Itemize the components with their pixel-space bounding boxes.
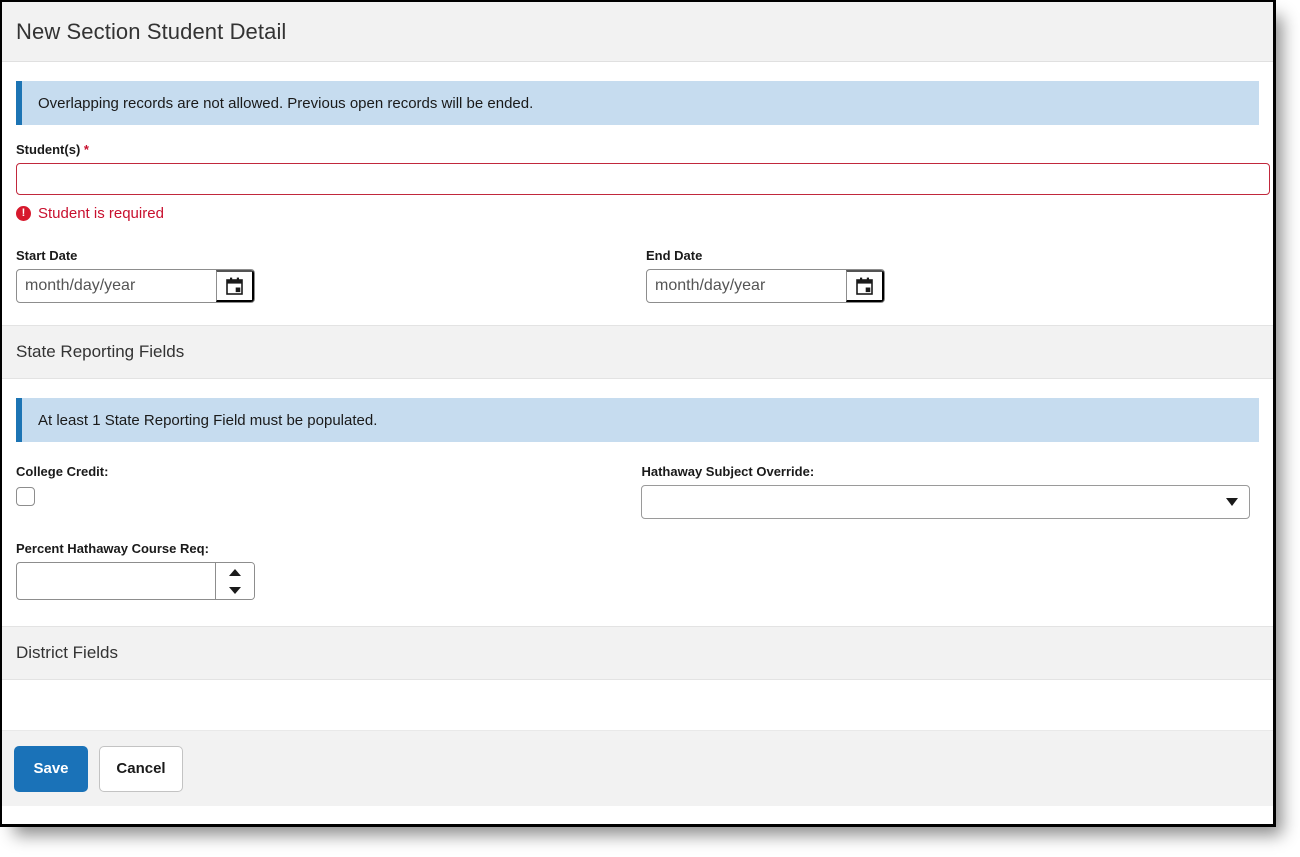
footer-action-bar: Save Cancel: [2, 730, 1273, 806]
percent-hathaway-group: Percent Hathaway Course Req:: [16, 541, 1259, 626]
state-reporting-fields: College Credit: Hathaway Subject Overrid…: [2, 464, 1273, 626]
overlap-banner-text: Overlapping records are not allowed. Pre…: [38, 94, 534, 112]
student-field-block: Student(s) * ! Student is required: [2, 142, 1273, 222]
percent-hathaway-input[interactable]: [17, 563, 215, 599]
student-error-line: ! Student is required: [16, 205, 1259, 222]
save-button[interactable]: Save: [14, 745, 88, 792]
student-label: Student(s) *: [16, 142, 1259, 157]
triangle-down-icon[interactable]: [216, 581, 254, 599]
chevron-down-icon: [1226, 498, 1239, 506]
end-date-group: End Date: [646, 248, 1046, 303]
state-reporting-banner-holder: At least 1 State Reporting Field must be…: [2, 379, 1273, 442]
hathaway-subject-override-select[interactable]: [641, 485, 1251, 519]
overlap-info-banner: Overlapping records are not allowed. Pre…: [16, 81, 1259, 125]
percent-hathaway-stepper: [16, 562, 255, 600]
district-fields-section-header: District Fields: [2, 626, 1273, 680]
end-date-control: [646, 269, 885, 303]
college-credit-checkbox[interactable]: [16, 487, 35, 506]
percent-hathaway-spin-buttons: [215, 563, 254, 599]
end-date-input[interactable]: [647, 270, 846, 302]
hathaway-subject-override-label: Hathaway Subject Override:: [641, 464, 815, 479]
required-asterisk: *: [83, 142, 89, 157]
student-label-text: Student(s): [16, 142, 81, 157]
hathaway-subject-override-group: Hathaway Subject Override:: [641, 464, 1259, 519]
overlap-banner-holder: Overlapping records are not allowed. Pre…: [2, 62, 1273, 125]
end-date-calendar-icon[interactable]: [846, 270, 884, 302]
start-date-input[interactable]: [17, 270, 216, 302]
start-date-group: Start Date: [16, 248, 646, 303]
detail-header: New Section Student Detail: [2, 2, 1273, 62]
college-credit-label: College Credit:: [16, 464, 109, 479]
district-fields-section-title: District Fields: [16, 643, 119, 662]
form-body: Overlapping records are not allowed. Pre…: [2, 62, 1273, 806]
student-input[interactable]: [16, 163, 1270, 195]
error-exclamation-icon: !: [16, 206, 31, 221]
triangle-up-icon[interactable]: [216, 563, 254, 581]
date-row: Start Date month/day/year End Date month…: [2, 248, 1273, 325]
section-student-detail-window: New Section Student Detail Overlapping r…: [0, 0, 1276, 827]
window-inner: New Section Student Detail Overlapping r…: [2, 2, 1273, 824]
page-title: New Section Student Detail: [16, 18, 287, 44]
district-fields-body: [2, 680, 1273, 730]
state-reporting-section-title: State Reporting Fields: [16, 342, 185, 361]
state-reporting-info-banner: At least 1 State Reporting Field must be…: [16, 398, 1259, 442]
college-credit-group: College Credit:: [16, 464, 641, 519]
state-reporting-section-header: State Reporting Fields: [2, 325, 1273, 379]
end-date-label: End Date: [646, 248, 703, 263]
start-date-calendar-icon[interactable]: [216, 270, 254, 302]
student-error-text: Student is required: [38, 205, 164, 222]
state-fields-row-1: College Credit: Hathaway Subject Overrid…: [16, 464, 1259, 519]
percent-hathaway-label: Percent Hathaway Course Req:: [16, 541, 209, 556]
state-reporting-banner-text: At least 1 State Reporting Field must be…: [38, 411, 378, 429]
start-date-label: Start Date: [16, 248, 78, 263]
start-date-control: [16, 269, 255, 303]
cancel-button[interactable]: Cancel: [99, 745, 183, 792]
